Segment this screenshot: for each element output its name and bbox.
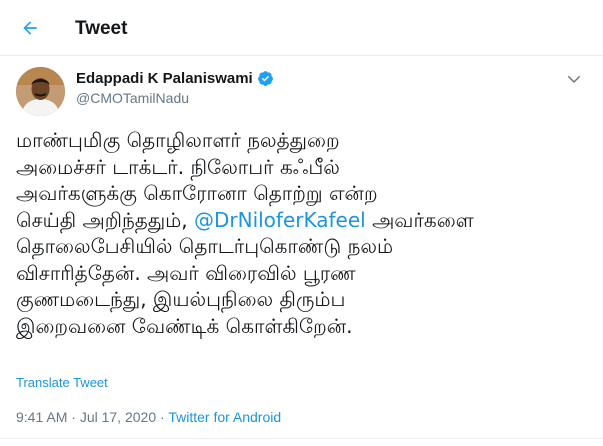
tweet-date[interactable]: Jul 17, 2020 bbox=[80, 409, 156, 425]
author-name-row[interactable]: Edappadi K Palaniswami bbox=[76, 70, 274, 87]
meta-separator: · bbox=[71, 409, 76, 425]
page-title: Tweet bbox=[75, 18, 128, 39]
tweet-line: விசாரித்தேன். அவர் விரைவில் பூரண bbox=[16, 260, 356, 285]
verified-badge-icon bbox=[257, 71, 273, 86]
translate-tweet-link[interactable]: Translate Tweet bbox=[16, 375, 108, 390]
tweet-line-text: செய்தி அறிந்ததும், bbox=[16, 207, 188, 232]
tweet-line: அவர்களுக்கு கொரோனா தொற்று என்ற bbox=[16, 181, 378, 205]
tweet-line: இறைவனை வேண்டிக் கொள்கிறேன். bbox=[16, 313, 353, 338]
tweet-meta: 9:41 AM · Jul 17, 2020 · Twitter for And… bbox=[16, 409, 281, 425]
mention-link[interactable]: @DrNiloferKafeel bbox=[194, 208, 366, 232]
tweet-line: மாண்புமிகு தொழிலாளர் நலத்துறை bbox=[16, 128, 340, 152]
author-handle[interactable]: @CMOTamilNadu bbox=[76, 90, 189, 106]
author-display-name[interactable]: Edappadi K Palaniswami bbox=[76, 70, 253, 87]
tweet-source-link[interactable]: Twitter for Android bbox=[168, 409, 281, 425]
divider bbox=[0, 438, 603, 439]
tweet-line: தொலைபேசியில் தொடர்புகொண்டு நலம் bbox=[16, 234, 394, 258]
tweet-text: மாண்புமிகு தொழிலாளர் நலத்துறை அமைச்சர் ட… bbox=[16, 127, 591, 339]
meta-separator: · bbox=[160, 409, 165, 425]
tweet-time[interactable]: 9:41 AM bbox=[16, 409, 67, 425]
tweet-line: அமைச்சர் டாக்டர். நிலோபர் கஃபீல் bbox=[16, 154, 340, 179]
back-button[interactable] bbox=[14, 12, 46, 44]
tweet-line-text: அவர்களை bbox=[372, 207, 474, 232]
tweet-line: செய்தி அறிந்ததும், @DrNiloferKafeel அவர்… bbox=[16, 207, 591, 234]
tweet-header: Tweet bbox=[0, 0, 603, 56]
arrow-left-icon bbox=[23, 21, 37, 35]
more-options-button[interactable] bbox=[565, 70, 583, 88]
tweet-line: குணமடைந்து, இயல்புநிலை திரும்ப bbox=[16, 287, 346, 311]
avatar[interactable] bbox=[16, 67, 65, 116]
chevron-down-icon bbox=[568, 76, 580, 83]
